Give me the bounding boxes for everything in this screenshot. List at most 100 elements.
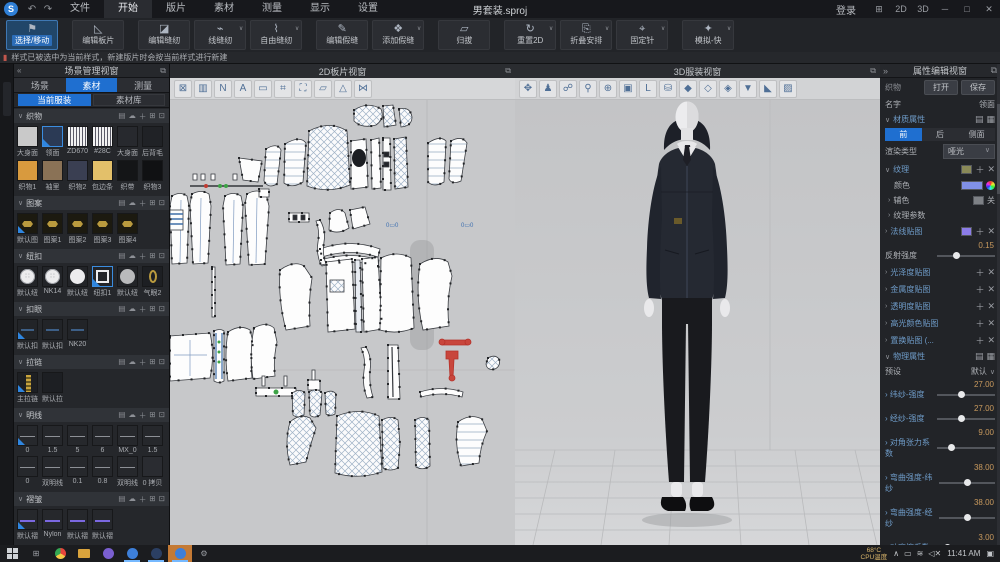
add-icon[interactable]: ＋: [139, 304, 147, 315]
slider-thumb[interactable]: [958, 415, 965, 422]
swatch-包边条[interactable]: [92, 160, 113, 181]
swatch-0[interactable]: [17, 425, 38, 446]
cpu-temp-widget[interactable]: 68°CCPU温度: [861, 547, 888, 561]
sew-machine-icon[interactable]: ▱: [314, 80, 332, 98]
style3d-icon[interactable]: [168, 545, 192, 562]
redo-icon[interactable]: ↷: [40, 4, 56, 15]
chevron-right-icon[interactable]: ›: [885, 286, 887, 293]
chevron-right-icon[interactable]: ›: [885, 303, 887, 310]
swatch-袖里[interactable]: [42, 160, 63, 181]
copy-icon[interactable]: ⊞: [149, 251, 155, 262]
add-icon[interactable]: ＋: [975, 225, 984, 238]
start-button[interactable]: [0, 545, 24, 562]
ribbon-添加假缝[interactable]: ❖添加假缝∨: [372, 20, 424, 50]
swatch-默认褶[interactable]: [17, 509, 38, 530]
swatch-默认褶[interactable]: [92, 509, 113, 530]
ribbon-编辑假缝[interactable]: ✎编辑假缝: [316, 20, 368, 50]
folder-icon[interactable]: ▤: [118, 111, 125, 122]
save-icon[interactable]: ▦: [986, 114, 995, 125]
sidebar-tab-素材[interactable]: 素材: [66, 78, 118, 92]
settings-gear-icon[interactable]: ⚙: [192, 545, 216, 562]
pattern-2d-canvas[interactable]: 0▭0 0▭0: [170, 100, 515, 545]
letter-icon[interactable]: L: [639, 80, 657, 98]
delete-icon[interactable]: ✕: [987, 318, 995, 329]
slider-thumb[interactable]: [948, 444, 955, 451]
chrome-icon[interactable]: [48, 545, 72, 562]
section-header-纽扣[interactable]: ∨纽扣▤☁＋⊞⊡: [14, 249, 169, 263]
material-tab-前[interactable]: 前: [885, 128, 922, 141]
expand-icon[interactable]: ⊡: [159, 304, 165, 315]
gizmo-icon[interactable]: ⊕: [599, 80, 617, 98]
cloth2-icon[interactable]: ◇: [699, 80, 717, 98]
slider-弯曲强度-经纱[interactable]: [939, 517, 995, 519]
battery-icon[interactable]: ▭: [904, 549, 912, 558]
add-icon[interactable]: ＋: [975, 334, 984, 347]
add-icon[interactable]: ＋: [975, 163, 984, 176]
expand-icon[interactable]: ⊡: [159, 251, 165, 262]
dropdown-caret-icon[interactable]: ∨: [295, 25, 299, 32]
name-value[interactable]: 领面: [979, 99, 995, 110]
avatar-show-icon[interactable]: ♟: [539, 80, 557, 98]
add-icon[interactable]: ＋: [975, 300, 984, 313]
chevron-down-icon[interactable]: ∨: [18, 305, 23, 313]
collapse-icon[interactable]: «: [17, 66, 21, 75]
slider-thumb[interactable]: [958, 391, 965, 398]
explorer-icon[interactable]: [72, 545, 96, 562]
swatch-0.1[interactable]: [67, 456, 88, 477]
swatch-气眼2[interactable]: [142, 266, 163, 287]
chevron-right-icon[interactable]: ›: [885, 337, 887, 344]
menu-版片[interactable]: 版片: [152, 0, 200, 18]
delete-icon[interactable]: ✕: [987, 164, 995, 175]
swatch-Nylon[interactable]: [42, 509, 63, 530]
render-type-select[interactable]: 哑光∨: [943, 144, 995, 159]
swatch-纽扣1[interactable]: [92, 266, 113, 287]
chevron-down-icon[interactable]: ∨: [885, 116, 890, 124]
sidebar-subtab-当前服装[interactable]: 当前服装: [18, 94, 91, 106]
ribbon-选择/移动[interactable]: ⚑选择/移动: [6, 20, 58, 50]
folder-icon[interactable]: ▤: [118, 494, 125, 505]
swatch-大身面[interactable]: [17, 126, 38, 147]
view-2d-button[interactable]: 2D: [890, 0, 912, 18]
add-icon[interactable]: ＋: [139, 251, 147, 262]
material-tab-后[interactable]: 后: [922, 128, 959, 141]
delete-icon[interactable]: ✕: [987, 284, 995, 295]
cloud-icon[interactable]: ☁: [128, 410, 136, 421]
delete-icon[interactable]: ✕: [987, 226, 995, 237]
garment-3d-canvas[interactable]: [515, 100, 880, 545]
swatch-织带[interactable]: [117, 160, 138, 181]
clock[interactable]: 11:41 AM: [947, 549, 980, 558]
swatch-5[interactable]: [67, 425, 88, 446]
delete-icon[interactable]: ✕: [987, 335, 995, 346]
save-button[interactable]: 保存: [961, 80, 995, 95]
chevron-down-icon[interactable]: ∨: [18, 495, 23, 503]
section-header-拉链[interactable]: ∨拉链▤☁＋⊞⊡: [14, 355, 169, 369]
add-icon[interactable]: ＋: [139, 111, 147, 122]
minimize-button[interactable]: ─: [934, 0, 956, 18]
sidebar-tab-测量[interactable]: 测量: [117, 78, 169, 92]
save-icon[interactable]: ▦: [986, 351, 995, 362]
swatch-后背毛[interactable]: [142, 126, 163, 147]
ribbon-编辑板片[interactable]: ◺编辑板片: [72, 20, 124, 50]
expand-icon[interactable]: ⊡: [159, 198, 165, 209]
add-icon[interactable]: ＋: [139, 357, 147, 368]
chevron-down-icon[interactable]: ∨: [18, 112, 23, 120]
expand-icon[interactable]: ⊡: [159, 111, 165, 122]
section-header-褶皱[interactable]: ∨褶皱▤☁＋⊞⊡: [14, 492, 169, 506]
swatch-默认拉[interactable]: [42, 372, 63, 393]
texture-label[interactable]: 纹理: [893, 164, 909, 175]
swatch-6[interactable]: [92, 425, 113, 446]
chevron-right-icon[interactable]: ›: [885, 228, 887, 235]
menu-显示[interactable]: 显示: [296, 0, 344, 18]
slider-thumb[interactable]: [964, 479, 971, 486]
chevron-down-icon[interactable]: ∨: [885, 353, 890, 361]
ribbon-线缝纫[interactable]: ⌁线缝纫∨: [194, 20, 246, 50]
notch-icon[interactable]: △: [334, 80, 352, 98]
delete-icon[interactable]: ✕: [987, 267, 995, 278]
avatar-joint-icon[interactable]: ☍: [559, 80, 577, 98]
menu-测量[interactable]: 测量: [248, 0, 296, 18]
menu-文件[interactable]: 文件: [56, 0, 104, 18]
folder-icon[interactable]: ▤: [118, 357, 125, 368]
network-icon[interactable]: ≋: [917, 549, 924, 558]
swatch-默认纽[interactable]: [67, 266, 88, 287]
menu-开始[interactable]: 开始: [104, 0, 152, 18]
